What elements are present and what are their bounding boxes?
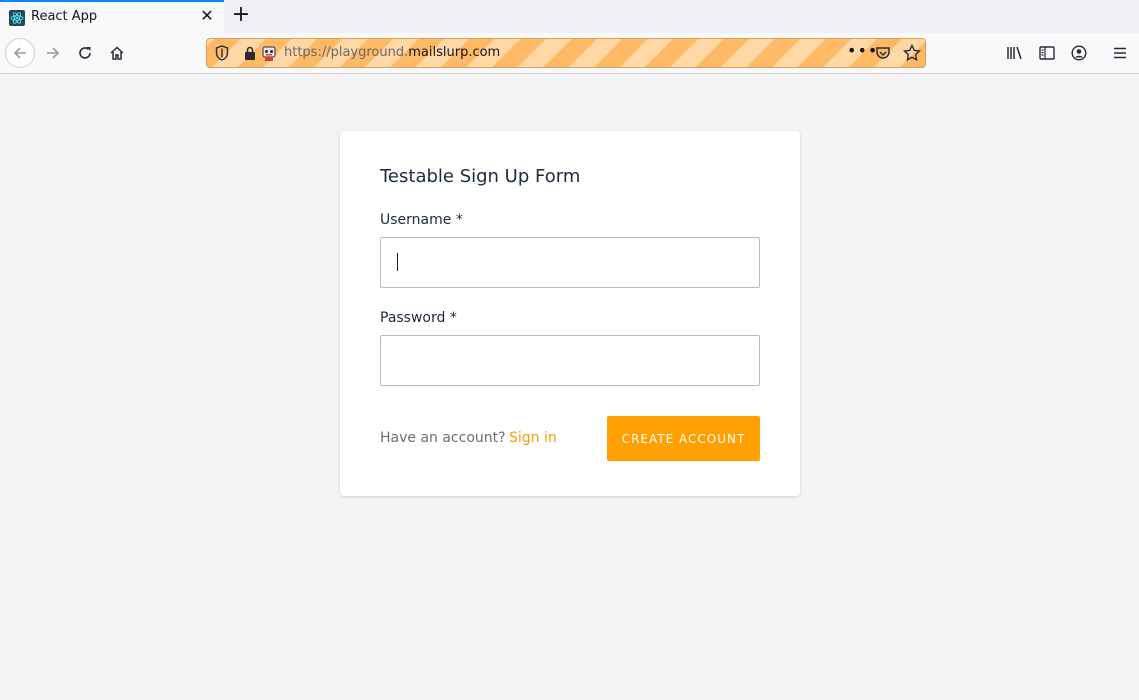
reload-icon <box>79 47 91 59</box>
username-input[interactable] <box>380 237 760 288</box>
form-title: Testable Sign Up Form <box>380 166 581 187</box>
create-account-button[interactable]: CREATE ACCOUNT <box>607 416 760 461</box>
text-cursor <box>397 253 398 271</box>
arrow-left-icon <box>13 47 26 59</box>
new-tab-button[interactable]: + <box>230 4 252 27</box>
url-text[interactable]: https://playground.mailslurp.com <box>284 45 500 60</box>
library-icon[interactable] <box>1006 45 1024 61</box>
tab-react-app[interactable]: React App ✕ <box>0 0 224 33</box>
remote-control-robot-icon[interactable] <box>261 44 277 62</box>
react-favicon-icon <box>9 10 25 26</box>
account-icon[interactable] <box>1071 45 1087 61</box>
tab-strip: React App ✕ + <box>0 0 1139 33</box>
pocket-icon[interactable] <box>875 45 891 61</box>
bookmark-star-icon[interactable] <box>903 44 921 62</box>
username-label: Username * <box>380 212 463 228</box>
close-tab-icon[interactable]: ✕ <box>199 8 215 24</box>
password-input[interactable] <box>380 335 760 386</box>
url-bar[interactable]: https://playground.mailslurp.com ••• <box>206 38 926 68</box>
forward-button[interactable] <box>38 38 68 68</box>
have-account-text: Have an account? <box>380 430 506 446</box>
url-prefix: https://playground. <box>284 45 409 60</box>
lock-icon[interactable] <box>243 45 257 61</box>
hamburger-menu-icon[interactable] <box>1112 45 1128 61</box>
navigation-toolbar: https://playground.mailslurp.com ••• <box>0 33 1139 74</box>
url-domain: mailslurp.com <box>408 45 501 60</box>
sidebar-icon[interactable] <box>1039 45 1055 61</box>
home-icon <box>110 46 124 60</box>
sign-in-link[interactable]: Sign in <box>509 430 557 446</box>
password-label: Password * <box>380 310 457 326</box>
arrow-right-icon <box>47 47 60 59</box>
reload-button[interactable] <box>70 38 100 68</box>
tracking-shield-icon[interactable] <box>215 45 229 61</box>
back-button[interactable] <box>5 38 35 68</box>
home-button[interactable] <box>102 38 132 68</box>
page-actions-more-icon[interactable]: ••• <box>847 41 878 60</box>
signup-card: Testable Sign Up Form Username * Passwor… <box>340 131 800 496</box>
tab-title: React App <box>31 9 98 24</box>
